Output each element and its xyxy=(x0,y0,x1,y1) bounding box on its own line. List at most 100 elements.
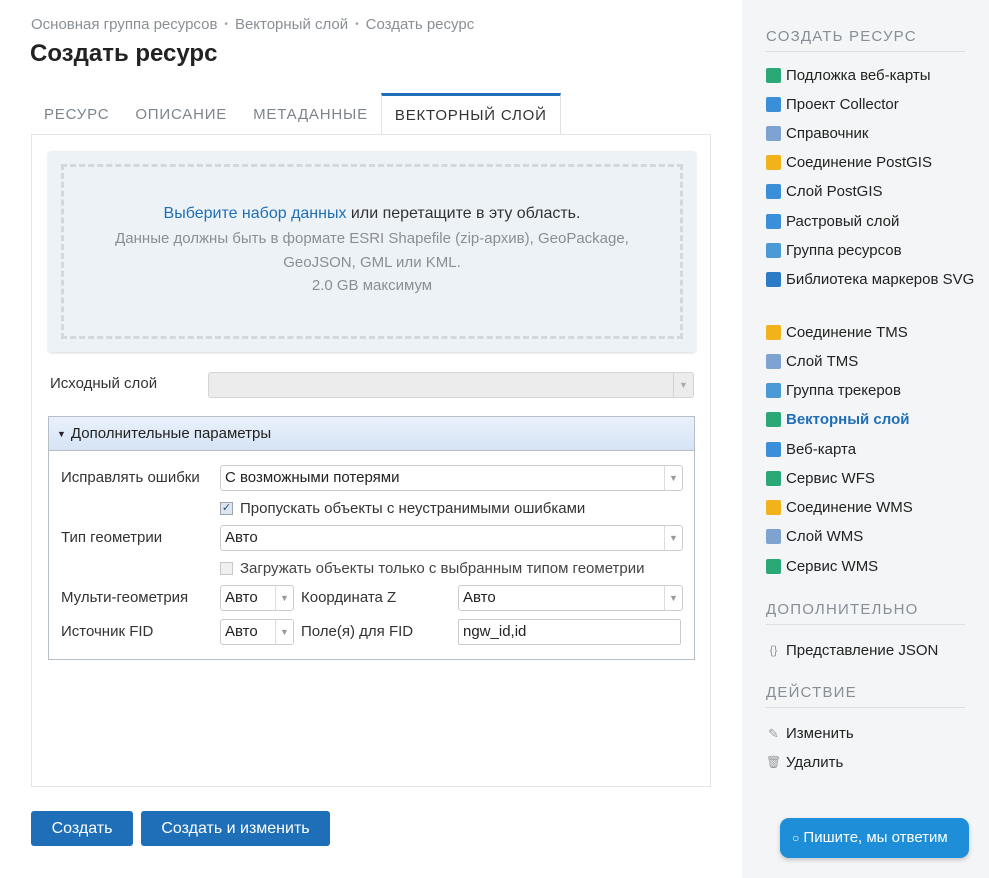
sidebar-action-heading: ДЕЙСТВИЕ xyxy=(766,684,965,708)
page-title: Создать ресурс xyxy=(30,40,218,67)
sidebar-item-label: Изменить xyxy=(786,725,854,742)
svg-library-icon xyxy=(766,272,781,287)
chat-widget-button[interactable]: ○ Пишите, мы ответим xyxy=(780,818,969,858)
tab-metadata[interactable]: МЕТАДАННЫЕ xyxy=(240,93,381,135)
geometry-type-value: Авто xyxy=(225,529,258,546)
braces-icon: {} xyxy=(769,643,778,657)
tab-panel: Выберите набор данных или перетащите в э… xyxy=(31,134,711,787)
sidebar-create-heading: СОЗДАТЬ РЕСУРС xyxy=(766,28,965,52)
sidebar-item-postgis-connection[interactable]: Соединение PostGIS xyxy=(766,152,976,174)
sidebar-item-wms-service[interactable]: Сервис WMS xyxy=(766,556,976,578)
upload-drag-text: или перетащите в эту область. xyxy=(346,205,581,222)
coord-z-label: Координата Z xyxy=(301,589,397,606)
upload-instruction: Выберите набор данных или перетащите в э… xyxy=(64,205,680,223)
sidebar-item-label: Слой WMS xyxy=(786,528,864,545)
sidebar-item-wfs-service[interactable]: Сервис WFS xyxy=(766,468,976,490)
upload-dropzone-inner: Выберите набор данных или перетащите в э… xyxy=(61,164,683,339)
sidebar-item-label: Группа ресурсов xyxy=(786,242,902,259)
multi-geometry-label: Мульти-геометрия xyxy=(61,589,189,606)
skip-errors-label: Пропускать объекты с неустранимыми ошибк… xyxy=(240,500,586,517)
sidebar-item-label: Веб-карта xyxy=(786,441,857,458)
breadcrumb-item-current: Создать ресурс xyxy=(365,16,475,33)
sidebar-item-label: Соединение WMS xyxy=(786,499,913,516)
upload-dropzone[interactable]: Выберите набор данных или перетащите в э… xyxy=(48,151,696,352)
sidebar: СОЗДАТЬ РЕСУРС Подложка веб-карты Проект … xyxy=(742,0,989,878)
geometry-type-select[interactable]: Авто ▼ xyxy=(220,525,683,551)
sidebar-item-label: Справочник xyxy=(786,125,869,142)
postgis-layer-icon xyxy=(766,184,781,199)
sidebar-item-vector-layer[interactable]: Векторный слой xyxy=(766,409,976,431)
tab-description[interactable]: ОПИСАНИЕ xyxy=(122,93,240,135)
sidebar-item-collector[interactable]: Проект Collector xyxy=(766,94,976,116)
sidebar-item-label: Сервис WFS xyxy=(786,470,875,487)
trash-icon: 🗑 xyxy=(766,755,782,769)
tms-layer-icon xyxy=(766,354,781,369)
sidebar-item-wms-connection[interactable]: Соединение WMS xyxy=(766,497,976,519)
source-layer-select[interactable]: ▼ xyxy=(208,372,694,398)
skip-errors-checkbox[interactable]: ✓ xyxy=(220,502,233,515)
sidebar-item-label: Слой PostGIS xyxy=(786,183,883,200)
geometry-type-label: Тип геометрии xyxy=(61,529,163,546)
sidebar-item-tracker-group[interactable]: Группа трекеров xyxy=(766,380,976,402)
sidebar-item-postgis-layer[interactable]: Слой PostGIS xyxy=(766,181,976,203)
select-dataset-link[interactable]: Выберите набор данных xyxy=(164,205,347,222)
tab-bar: РЕСУРС ОПИСАНИЕ МЕТАДАННЫЕ ВЕКТОРНЫЙ СЛО… xyxy=(31,93,561,136)
wms-layer-icon xyxy=(766,529,781,544)
wfs-service-icon xyxy=(766,471,781,486)
breadcrumb-separator: • xyxy=(355,19,359,30)
fid-fields-input[interactable]: ngw_id,id xyxy=(458,619,681,645)
postgis-connection-icon xyxy=(766,155,781,170)
sidebar-item-label: Растровый слой xyxy=(786,213,900,230)
raster-layer-icon xyxy=(766,214,781,229)
sidebar-item-label: Векторный слой xyxy=(786,411,910,428)
sidebar-item-wms-layer[interactable]: Слой WMS xyxy=(766,526,976,548)
tab-vector-layer[interactable]: ВЕКТОРНЫЙ СЛОЙ xyxy=(380,93,561,136)
sidebar-item-folder[interactable]: Группа ресурсов xyxy=(766,240,976,262)
main-content: Основная группа ресурсов • Векторный сло… xyxy=(0,0,742,878)
breadcrumb-item-vector[interactable]: Векторный слой xyxy=(235,16,348,33)
multi-geometry-value: Авто xyxy=(225,589,258,606)
fid-fields-label: Поле(я) для FID xyxy=(301,623,414,640)
sidebar-item-edit[interactable]: ✎ Изменить xyxy=(766,723,976,745)
sidebar-item-lookup-table[interactable]: Справочник xyxy=(766,123,976,145)
advanced-params-title: Дополнительные параметры xyxy=(70,424,272,442)
tab-resource[interactable]: РЕСУРС xyxy=(31,93,122,135)
sidebar-item-label: Соединение TMS xyxy=(786,324,908,341)
only-geometry-checkbox[interactable] xyxy=(220,562,233,575)
coord-z-value: Авто xyxy=(463,589,496,606)
chevron-down-icon: ▼ xyxy=(664,526,682,550)
basemap-icon xyxy=(766,68,781,83)
tms-connection-icon xyxy=(766,325,781,340)
sidebar-item-delete[interactable]: 🗑 Удалить xyxy=(766,752,976,774)
sidebar-item-label: Слой TMS xyxy=(786,353,859,370)
sidebar-item-label: Представление JSON xyxy=(786,642,939,659)
multi-geometry-select[interactable]: Авто ▼ xyxy=(220,585,294,611)
folder-icon xyxy=(766,243,781,258)
create-and-edit-button[interactable]: Создать и изменить xyxy=(141,811,330,846)
sidebar-item-webmap[interactable]: Веб-карта xyxy=(766,439,976,461)
sidebar-item-raster-layer[interactable]: Растровый слой xyxy=(766,211,976,233)
upload-format-hint: Данные должны быть в формате ESRI Shapef… xyxy=(115,230,629,271)
sidebar-item-label: Сервис WMS xyxy=(786,558,879,575)
source-layer-label: Исходный слой xyxy=(50,375,158,392)
lookup-table-icon xyxy=(766,126,781,141)
sidebar-item-basemap[interactable]: Подложка веб-карты xyxy=(766,65,976,87)
sidebar-item-label: Группа трекеров xyxy=(786,382,901,399)
chevron-down-icon: ▼ xyxy=(664,586,682,610)
coord-z-select[interactable]: Авто ▼ xyxy=(458,585,683,611)
breadcrumb: Основная группа ресурсов • Векторный сло… xyxy=(31,16,474,33)
advanced-params-header[interactable]: ▼ Дополнительные параметры xyxy=(49,417,694,451)
create-button[interactable]: Создать xyxy=(31,811,133,846)
sidebar-item-tms-connection[interactable]: Соединение TMS xyxy=(766,322,976,344)
fid-source-label: Источник FID xyxy=(61,623,154,640)
fix-errors-select[interactable]: С возможными потерями ▼ xyxy=(220,465,683,491)
skip-errors-checkbox-row[interactable]: ✓ Пропускать объекты с неустранимыми оши… xyxy=(220,500,585,517)
sidebar-item-svg-library[interactable]: Библиотека маркеров SVG xyxy=(766,269,976,291)
sidebar-item-json[interactable]: {} Представление JSON xyxy=(766,640,976,662)
only-geometry-checkbox-row[interactable]: Загружать объекты только с выбранным тип… xyxy=(220,560,645,577)
fid-source-select[interactable]: Авто ▼ xyxy=(220,619,294,645)
sidebar-item-tms-layer[interactable]: Слой TMS xyxy=(766,351,976,373)
vector-layer-icon xyxy=(766,412,781,427)
chat-label: Пишите, мы ответим xyxy=(803,829,948,846)
breadcrumb-item-root[interactable]: Основная группа ресурсов xyxy=(31,16,217,33)
